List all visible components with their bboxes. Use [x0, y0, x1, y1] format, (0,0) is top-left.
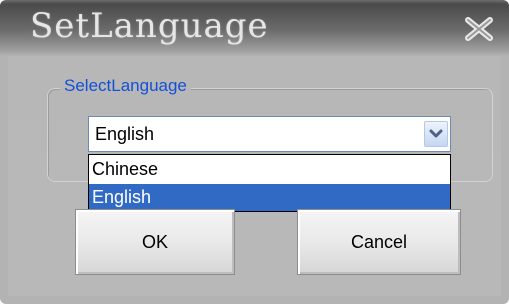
language-dropdown-list: Chinese English	[88, 154, 451, 212]
option-english[interactable]: English	[89, 184, 450, 211]
dialog-body: SelectLanguage English Chinese English O…	[8, 56, 501, 296]
close-button[interactable]	[462, 14, 496, 44]
language-select[interactable]: English	[88, 116, 451, 152]
dialog-title: SetLanguage	[30, 6, 269, 46]
ok-button[interactable]: OK	[75, 209, 235, 275]
option-chinese[interactable]: Chinese	[89, 156, 450, 183]
chevron-down-icon	[429, 129, 443, 138]
title-bar[interactable]: SetLanguage	[0, 0, 509, 56]
set-language-dialog: SetLanguage SelectLanguage English Chine…	[0, 0, 509, 304]
cancel-button[interactable]: Cancel	[297, 209, 461, 275]
dropdown-arrow-button[interactable]	[424, 121, 448, 147]
close-icon	[465, 17, 493, 41]
group-label: SelectLanguage	[60, 76, 191, 96]
language-select-value: English	[95, 124, 155, 144]
